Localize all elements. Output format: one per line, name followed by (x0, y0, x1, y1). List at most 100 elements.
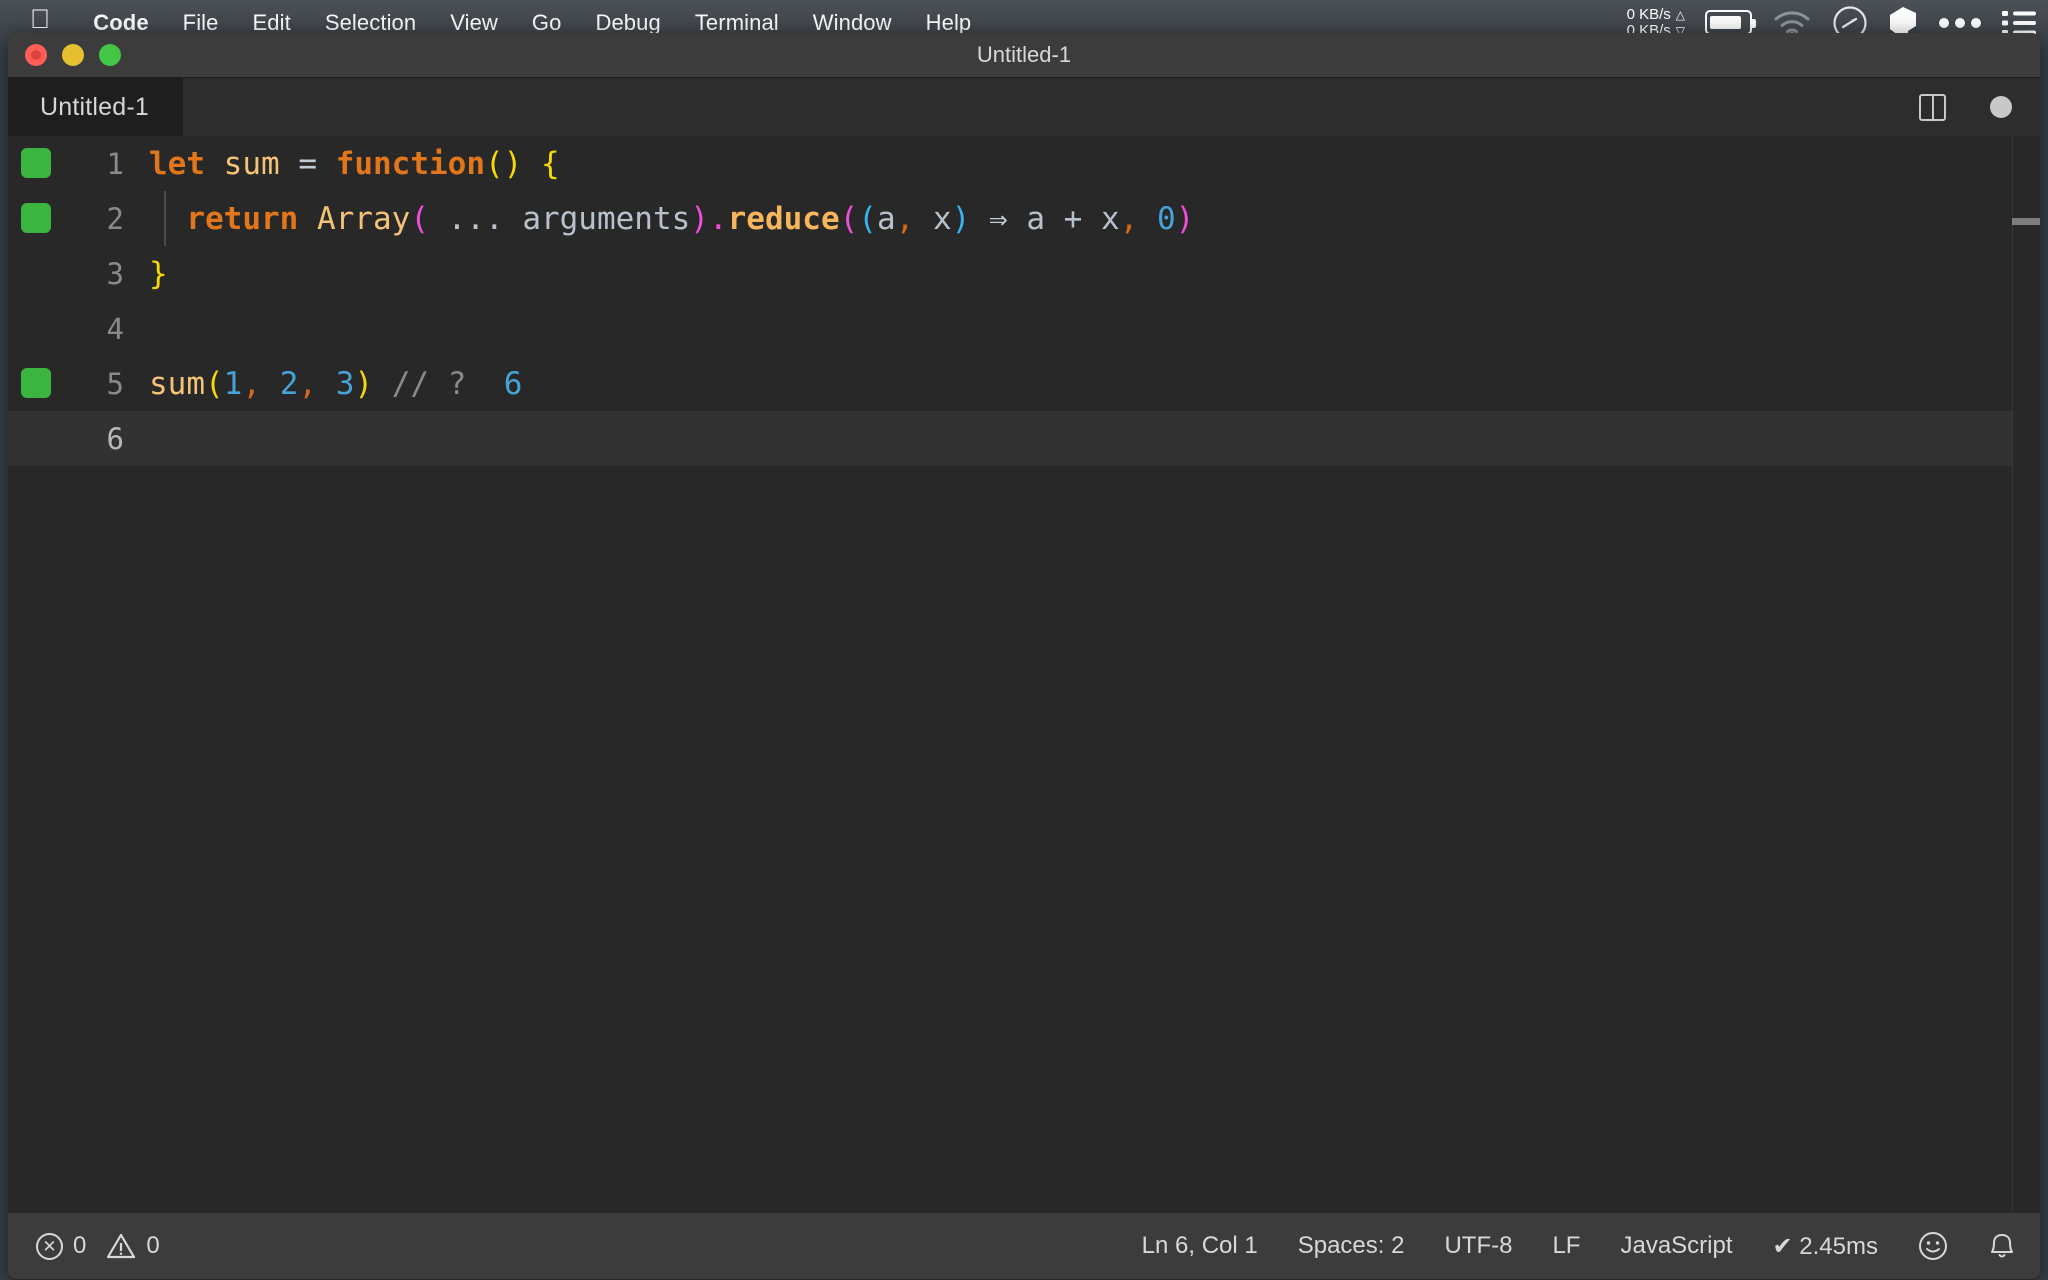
network-upload-speed: 0 KB/s (1626, 5, 1671, 23)
code-token: , (298, 365, 318, 402)
menu-file[interactable]: File (166, 10, 236, 36)
error-circle-icon: ✕ (36, 1232, 63, 1260)
warning-triangle-icon (107, 1233, 136, 1259)
menu-window[interactable]: Window (796, 10, 909, 36)
code-token: // ? (391, 365, 467, 402)
menu-items-group: Code File Edit Selection View Go Debug Terminal… (76, 10, 988, 36)
tab-untitled-1[interactable]: Untitled-1 (8, 78, 183, 136)
code-line-content: sum(1, 2, 3) // ? 6 (149, 366, 522, 402)
code-token: ( (839, 200, 859, 237)
line-number: 4 (106, 311, 124, 346)
menu-selection[interactable]: Selection (308, 10, 433, 36)
code-token: let (149, 145, 205, 182)
editor-actions-group (1919, 78, 2012, 136)
warnings-count: 0 (146, 1232, 160, 1259)
status-bar: ✕ 0 0 Ln 6, Col 1 Spaces: 2 UTF-8 LF Jav… (8, 1213, 2040, 1279)
overview-ruler-mark (2012, 218, 2040, 225)
code-line-content: let sum = function() { (149, 146, 560, 182)
code-token: ( (205, 365, 224, 402)
line-number: 6 (106, 421, 124, 456)
cursor-position-status[interactable]: Ln 6, Col 1 (1122, 1232, 1278, 1260)
code-token: ) (951, 200, 971, 237)
code-token: 3 (335, 365, 355, 402)
close-window-button[interactable] (25, 44, 47, 66)
code-token: 0 (1156, 200, 1176, 237)
code-token: 6 (503, 365, 523, 402)
problems-status-item[interactable]: ✕ 0 0 (36, 1232, 180, 1260)
menu-debug[interactable]: Debug (578, 10, 677, 36)
minimize-window-button[interactable] (62, 44, 84, 66)
code-token: , (242, 365, 262, 402)
eol-status[interactable]: LF (1532, 1232, 1600, 1260)
code-token: x (914, 200, 952, 237)
code-token: a (876, 200, 896, 237)
line-number: 1 (106, 146, 124, 181)
notifications-bell-icon[interactable] (1968, 1231, 2016, 1261)
code-token: ) (1175, 200, 1195, 237)
menu-edit[interactable]: Edit (236, 10, 308, 36)
code-line-1[interactable]: 1 let sum = function() { (8, 136, 2040, 191)
traffic-light-buttons (25, 44, 121, 66)
code-token: ) (354, 365, 374, 402)
line-number: 2 (106, 201, 124, 236)
code-token: reduce (727, 200, 840, 237)
code-token: 1 (223, 365, 243, 402)
code-line-2[interactable]: 2 return Array( ... arguments).reduce((a… (8, 191, 2040, 246)
code-token: ... (428, 200, 523, 237)
maximize-window-button[interactable] (99, 44, 121, 66)
code-line-content: return Array( ... arguments).reduce((a, … (149, 201, 1194, 237)
code-token: () (485, 145, 523, 182)
code-token: ( (410, 200, 429, 237)
code-line-3[interactable]: 3} (8, 246, 2040, 301)
code-token: Array (316, 200, 411, 237)
code-token: = (298, 145, 318, 182)
menu-terminal[interactable]: Terminal (678, 10, 796, 36)
battery-icon[interactable] (1705, 10, 1756, 35)
code-token: ( (858, 200, 877, 237)
code-line-content: } (149, 256, 168, 292)
encoding-status[interactable]: UTF-8 (1424, 1232, 1532, 1260)
code-token: arguments (522, 200, 691, 237)
language-mode-status[interactable]: JavaScript (1600, 1232, 1752, 1260)
code-editor-area[interactable]: 1 let sum = function() {2 return Array( .… (8, 136, 2040, 1213)
line-number: 5 (106, 366, 124, 401)
code-token: , (1119, 200, 1139, 237)
code-line-6[interactable]: 6 (8, 411, 2040, 466)
apple-logo-icon[interactable]:  (30, 6, 50, 33)
code-token: . (708, 200, 728, 237)
code-token: return (186, 200, 299, 237)
code-token: ⇒ (988, 200, 1008, 237)
menu-code[interactable]: Code (76, 10, 165, 36)
code-token: } (149, 255, 168, 292)
line-number: 3 (106, 256, 124, 291)
code-line-4[interactable]: 4 (8, 301, 2040, 356)
code-token: ) (690, 200, 709, 237)
split-editor-icon[interactable] (1919, 93, 1946, 121)
menu-go[interactable]: Go (515, 10, 579, 36)
quokka-timing-status[interactable]: ✔ 2.45ms (1753, 1232, 1898, 1261)
editor-tab-bar: Untitled-1 (8, 78, 2040, 136)
window-title: Untitled-1 (976, 42, 1072, 67)
menu-view[interactable]: View (433, 10, 515, 36)
menu-help[interactable]: Help (909, 10, 989, 36)
code-lines-container: 1 let sum = function() {2 return Array( .… (8, 136, 2040, 466)
code-line-5[interactable]: 5 sum(1, 2, 3) // ? 6 (8, 356, 2040, 411)
code-token: function (335, 145, 485, 182)
code-token: sum (149, 365, 205, 402)
ellipsis-icon[interactable] (1938, 16, 1982, 30)
indentation-status[interactable]: Spaces: 2 (1278, 1232, 1425, 1260)
feedback-smiley-icon[interactable] (1898, 1231, 1968, 1261)
code-token: a + x (1007, 200, 1120, 237)
code-token: 2 (279, 365, 299, 402)
overview-ruler-scrollbar[interactable] (2012, 136, 2040, 1213)
unsaved-indicator-dot[interactable] (1990, 96, 2012, 118)
